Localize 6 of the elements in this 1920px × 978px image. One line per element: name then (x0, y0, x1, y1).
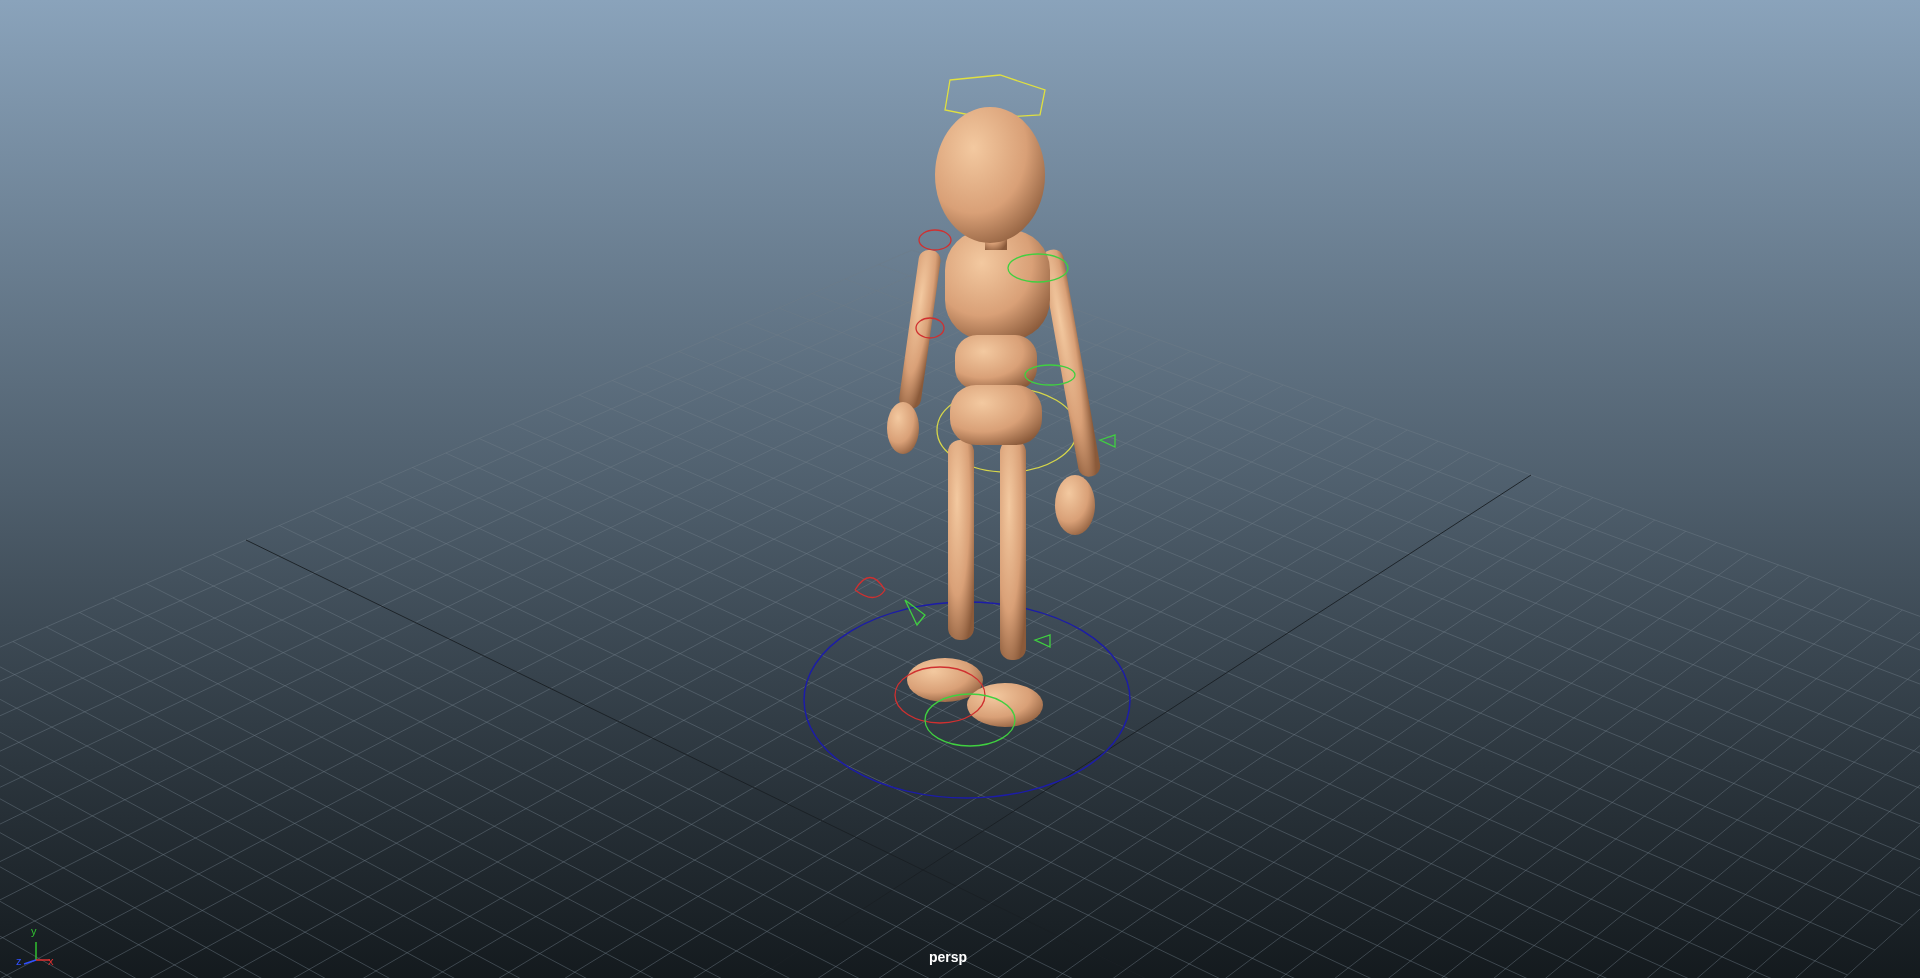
axis-label: z (16, 956, 22, 967)
axis-label: x (48, 956, 54, 967)
axis-label: y (31, 926, 37, 937)
camera-label: persp (929, 950, 968, 964)
viewport[interactable]: y z x persp (0, 0, 1920, 978)
axis-gizmo-icon (23, 941, 51, 965)
